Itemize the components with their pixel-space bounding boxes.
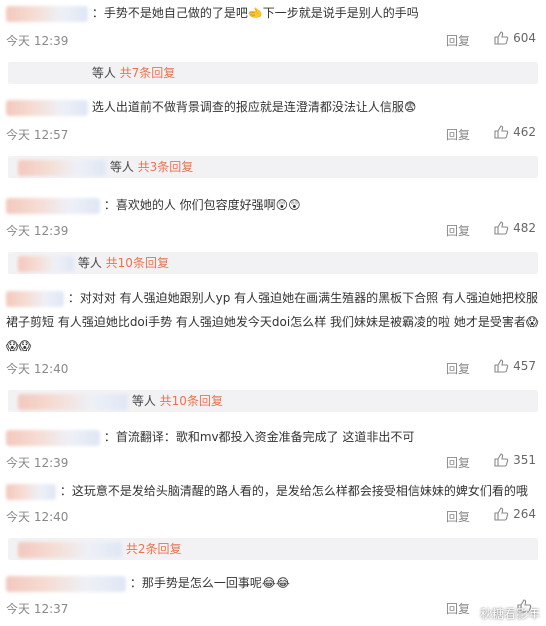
timestamp: 今天 12:40 bbox=[6, 510, 69, 524]
comment-line: ：首流翻译：歌和mv都投入资金准备完成了 这道非出不可 bbox=[6, 426, 540, 448]
comment-text: ：喜欢她的人 你们包容度好强啊😲😲 bbox=[103, 198, 301, 212]
comment-meta: 今天 12:39 回复 482 bbox=[6, 220, 540, 240]
sub-replies-bar[interactable]: 等人 共7条回复 bbox=[8, 62, 538, 84]
timestamp: 今天 12:37 bbox=[6, 602, 69, 616]
comment-text: ：这玩意不是发给头脑清醒的路人看的，是发给怎么样都会接受相信妹妹的婢女们看的哦 bbox=[59, 484, 528, 498]
blurred-username[interactable] bbox=[6, 197, 100, 214]
like-count: 351 bbox=[513, 453, 536, 467]
comment-text: ：对对对 有人强迫她跟别人yp 有人强迫她在画满生殖器的黑板下合照 有人强迫她把… bbox=[6, 291, 539, 353]
blurred-username[interactable] bbox=[6, 483, 56, 500]
like-count: 604 bbox=[513, 31, 536, 45]
sub-replies-bar[interactable]: 等人 共10条回复 bbox=[8, 390, 538, 412]
comment-line: ：这玩意不是发给头脑清醒的路人看的，是发给怎么样都会接受相信妹妹的婢女们看的哦 bbox=[6, 480, 540, 502]
comment-item: ：这玩意不是发给头脑清醒的路人看的，是发给怎么样都会接受相信妹妹的婢女们看的哦 … bbox=[6, 480, 540, 524]
comment-item: ：首流翻译：歌和mv都投入资金准备完成了 这道非出不可 今天 12:39 回复 … bbox=[6, 426, 540, 470]
timestamp: 今天 12:39 bbox=[6, 224, 69, 238]
like-count: 482 bbox=[513, 221, 536, 235]
comment-item: ：对对对 有人强迫她跟别人yp 有人强迫她在画满生殖器的黑板下合照 有人强迫她把… bbox=[6, 286, 540, 376]
sub-replies-count[interactable]: 共7条回复 bbox=[120, 66, 176, 80]
sub-replies-bar[interactable]: 共2条回复 bbox=[8, 538, 538, 560]
comment-meta: 今天 12:39 回复 351 bbox=[6, 452, 540, 472]
sub-replies-count[interactable]: 共10条回复 bbox=[106, 256, 169, 270]
sub-replies-prefix: 等人 bbox=[91, 66, 116, 80]
blurred-username[interactable] bbox=[6, 290, 64, 307]
blurred-username bbox=[18, 541, 122, 558]
sub-replies-prefix: 等人 bbox=[109, 160, 134, 174]
comment-meta: 今天 12:39 回复 604 bbox=[6, 30, 540, 50]
like-button[interactable]: 604 bbox=[493, 30, 536, 46]
blurred-username[interactable] bbox=[6, 429, 100, 446]
sub-replies-bar[interactable]: 等人 共10条回复 bbox=[8, 252, 538, 274]
comment-line: ：对对对 有人强迫她跟别人yp 有人强迫她在画满生殖器的黑板下合照 有人强迫她把… bbox=[6, 286, 540, 358]
reply-button[interactable]: 回复 bbox=[446, 454, 470, 471]
watermark: 秋糖看影年 bbox=[479, 607, 540, 621]
sub-replies-count[interactable]: 共10条回复 bbox=[160, 394, 223, 408]
comment-meta: 今天 12:40 回复 264 bbox=[6, 506, 540, 526]
like-button[interactable]: 462 bbox=[493, 124, 536, 140]
thumbs-up-icon bbox=[494, 507, 509, 521]
comment-item: ：手势不是她自己做的了是吧🫲下一步就是说手是别人的手吗 今天 12:39 回复 … bbox=[6, 2, 540, 48]
comment-text: 选人出道前不做背景调查的报应就是连澄清都没法让人信服😨 bbox=[91, 100, 417, 114]
comment-line: ：那手势是怎么一回事呢😂😂 bbox=[6, 572, 540, 594]
blurred-username bbox=[18, 255, 74, 272]
comment-meta: 今天 12:40 回复 457 bbox=[6, 358, 540, 378]
sub-replies-bar[interactable]: 等人 共3条回复 bbox=[8, 156, 538, 178]
reply-button[interactable]: 回复 bbox=[446, 600, 470, 617]
sub-replies-prefix: 等人 bbox=[77, 256, 102, 270]
comment-meta: 今天 12:57 回复 462 bbox=[6, 124, 540, 144]
timestamp: 今天 12:39 bbox=[6, 34, 69, 48]
comment-line: ：喜欢她的人 你们包容度好强啊😲😲 bbox=[6, 194, 540, 216]
blurred-username[interactable] bbox=[6, 5, 88, 22]
blurred-username bbox=[18, 159, 106, 176]
thumbs-up-icon bbox=[494, 221, 509, 235]
like-count: 264 bbox=[513, 507, 536, 521]
reply-button[interactable]: 回复 bbox=[446, 222, 470, 239]
blurred-username bbox=[18, 393, 128, 410]
reply-button[interactable]: 回复 bbox=[446, 32, 470, 49]
reply-button[interactable]: 回复 bbox=[446, 126, 470, 143]
thumbs-up-icon bbox=[494, 31, 509, 45]
comment-item: 选人出道前不做背景调查的报应就是连澄清都没法让人信服😨 今天 12:57 回复 … bbox=[6, 96, 540, 142]
comment-item: ：那手势是怎么一回事呢😂😂 今天 12:37 回复 bbox=[6, 572, 540, 616]
comment-item: ：喜欢她的人 你们包容度好强啊😲😲 今天 12:39 回复 482 bbox=[6, 194, 540, 238]
comment-text: ：手势不是她自己做的了是吧🫲下一步就是说手是别人的手吗 bbox=[91, 6, 419, 20]
thumbs-up-icon bbox=[494, 125, 509, 139]
like-count: 457 bbox=[513, 359, 536, 373]
like-button[interactable]: 351 bbox=[493, 452, 536, 468]
comment-text: ：首流翻译：歌和mv都投入资金准备完成了 这道非出不可 bbox=[103, 430, 415, 444]
comment-line: ：手势不是她自己做的了是吧🫲下一步就是说手是别人的手吗 bbox=[6, 2, 540, 24]
timestamp: 今天 12:40 bbox=[6, 362, 69, 376]
comment-text: ：那手势是怎么一回事呢😂😂 bbox=[129, 576, 290, 590]
sub-replies-prefix: 等人 bbox=[131, 394, 156, 408]
like-button[interactable]: 264 bbox=[493, 506, 536, 522]
reply-button[interactable]: 回复 bbox=[446, 508, 470, 525]
thumbs-up-icon bbox=[494, 359, 509, 373]
like-count: 462 bbox=[513, 125, 536, 139]
timestamp: 今天 12:57 bbox=[6, 128, 69, 142]
like-button[interactable]: 457 bbox=[493, 358, 536, 374]
blurred-username[interactable] bbox=[6, 575, 126, 592]
thumbs-up-icon bbox=[494, 453, 509, 467]
blurred-username[interactable] bbox=[6, 99, 88, 116]
like-button[interactable]: 482 bbox=[493, 220, 536, 236]
comment-line: 选人出道前不做背景调查的报应就是连澄清都没法让人信服😨 bbox=[6, 96, 540, 118]
reply-button[interactable]: 回复 bbox=[446, 360, 470, 377]
sub-replies-count[interactable]: 共3条回复 bbox=[138, 160, 194, 174]
sub-replies-count[interactable]: 共2条回复 bbox=[126, 542, 182, 556]
comment-meta: 今天 12:37 回复 bbox=[6, 598, 540, 618]
timestamp: 今天 12:39 bbox=[6, 456, 69, 470]
